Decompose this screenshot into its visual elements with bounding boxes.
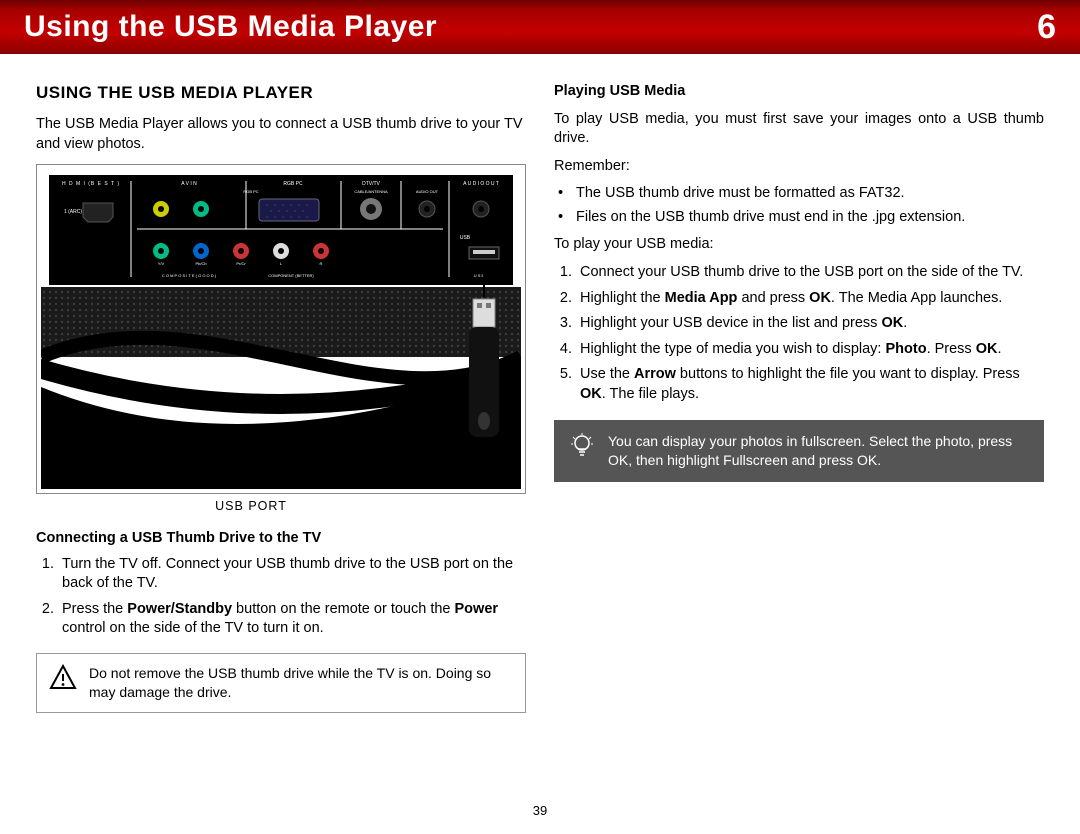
play-intro: To play USB media, you must first save y… — [554, 110, 1044, 149]
list-item: Use the Arrow buttons to highlight the f… — [576, 365, 1044, 404]
intro-paragraph: The USB Media Player allows you to conne… — [36, 115, 526, 154]
svg-text:DTV/TV: DTV/TV — [362, 181, 380, 187]
svg-text:H D M I (B E S T ): H D M I (B E S T ) — [62, 181, 120, 187]
chapter-header: Using the USB Media Player 6 — [0, 0, 1080, 54]
remember-label: Remember: — [554, 157, 1044, 177]
warning-icon — [49, 664, 77, 692]
subheading-connecting: Connecting a USB Thumb Drive to the TV — [36, 529, 526, 549]
connect-steps-list: Turn the TV off. Connect your USB thumb … — [36, 555, 526, 639]
svg-text:Y/V: Y/V — [158, 261, 165, 266]
svg-text:Pb/Cb: Pb/Cb — [195, 261, 207, 266]
caution-text: Do not remove the USB thumb drive while … — [89, 664, 513, 702]
chapter-title: Using the USB Media Player — [24, 10, 437, 44]
svg-text:CABLE/ANTENNA: CABLE/ANTENNA — [354, 189, 388, 194]
list-item: Highlight your USB device in the list an… — [576, 314, 1044, 334]
svg-text:Pr/Cr: Pr/Cr — [236, 261, 246, 266]
to-play-label: To play your USB media: — [554, 235, 1044, 255]
svg-text:R: R — [320, 261, 323, 266]
svg-text:RGB PC: RGB PC — [283, 181, 303, 187]
svg-text:A U D I O O U T: A U D I O O U T — [463, 181, 499, 187]
right-column: Playing USB Media To play USB media, you… — [554, 82, 1044, 727]
list-item: The USB thumb drive must be formatted as… — [576, 184, 1044, 204]
remember-list: The USB thumb drive must be formatted as… — [554, 184, 1044, 227]
tip-text: You can display your photos in fullscree… — [608, 432, 1030, 470]
lightbulb-icon — [568, 432, 596, 460]
svg-text:U S B: U S B — [474, 273, 485, 278]
list-item: Turn the TV off. Connect your USB thumb … — [58, 555, 526, 594]
svg-text:1 (ARC): 1 (ARC) — [64, 209, 82, 215]
section-heading: USING THE USB MEDIA PLAYER — [36, 82, 526, 105]
list-item: Highlight the type of media you wish to … — [576, 340, 1044, 360]
svg-text:USB: USB — [460, 235, 471, 241]
left-column: USING THE USB MEDIA PLAYER The USB Media… — [36, 82, 526, 727]
tv-back-svg: H D M I (B E S T ) A V I N RGB PC DTV/TV… — [41, 169, 521, 489]
svg-text:COMPONENT (BETTER): COMPONENT (BETTER) — [268, 273, 314, 278]
svg-text:AUDIO OUT: AUDIO OUT — [416, 189, 439, 194]
svg-text:C O M P O S I T E ( G O O D ): C O M P O S I T E ( G O O D ) — [162, 273, 217, 278]
list-item: Connect your USB thumb drive to the USB … — [576, 263, 1044, 283]
subheading-playing: Playing USB Media — [554, 82, 1044, 102]
chapter-number: 6 — [1037, 8, 1056, 47]
tv-ports-figure: H D M I (B E S T ) A V I N RGB PC DTV/TV… — [36, 164, 526, 494]
page-number: 39 — [0, 803, 1080, 818]
play-steps-list: Connect your USB thumb drive to the USB … — [554, 263, 1044, 404]
list-item: Files on the USB thumb drive must end in… — [576, 208, 1044, 228]
list-item: Highlight the Media App and press OK. Th… — [576, 289, 1044, 309]
svg-text:A V I N: A V I N — [181, 181, 197, 187]
usb-port-label: USB PORT — [36, 498, 466, 515]
svg-text:RGB PC: RGB PC — [243, 189, 258, 194]
caution-box: Do not remove the USB thumb drive while … — [36, 653, 526, 713]
list-item: Press the Power/Standby button on the re… — [58, 600, 526, 639]
tip-box: You can display your photos in fullscree… — [554, 420, 1044, 482]
